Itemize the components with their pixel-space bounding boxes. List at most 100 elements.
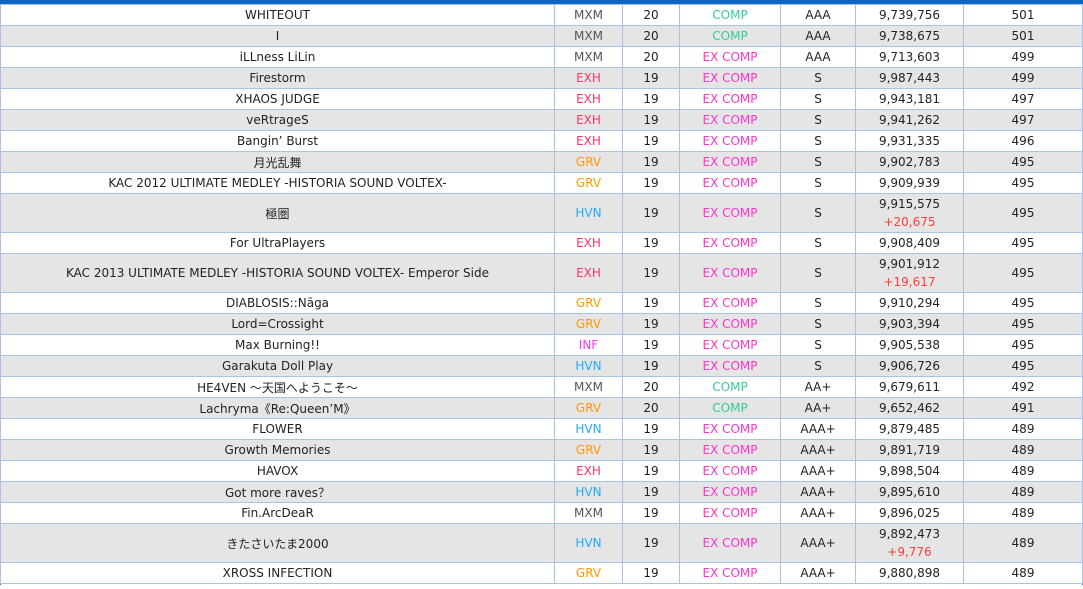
grade-cell: AAA+ [780,523,856,563]
grade-cell: AAA [780,25,856,47]
score-cell: 9,652,462 [855,397,964,419]
song-title-cell: Firestorm [0,67,555,89]
clear-lamp-cell: EX COMP [679,46,781,68]
difficulty-cell: 19 [622,88,680,110]
chart-level-cell: GRV [554,562,623,584]
score-cell: 9,879,485 [855,418,964,440]
table-row[interactable]: Max Burning!! INF 19 EX COMP S 9,905,538 495 [0,334,1083,356]
score-value: 9,931,335 [878,134,941,148]
chart-level-cell: HVN [554,481,623,503]
volforce-cell: 489 [963,481,1083,503]
chart-level-cell: HVN [554,523,623,563]
difficulty-cell: 19 [622,460,680,482]
difficulty-cell: 19 [622,523,680,563]
clear-lamp-cell: EX COMP [679,418,781,440]
volforce-cell: 499 [963,46,1083,68]
song-title-cell: WHITEOUT [0,4,555,26]
song-title-cell: DIABLOSIS::Nāga [0,292,555,314]
score-value: 9,896,025 [878,506,941,520]
score-cell: 9,713,603 [855,46,964,68]
grade-cell: S [780,130,856,152]
score-cell: 9,891,719 [855,439,964,461]
clear-lamp-cell: EX COMP [679,193,781,233]
table-row[interactable]: HE4VEN ～天国へようこそ～ MXM 20 COMP AA+ 9,679,611 492 [0,376,1083,398]
chart-level-cell: GRV [554,397,623,419]
table-row[interactable]: Lord=Crossight GRV 19 EX COMP S 9,903,394 495 [0,313,1083,335]
table-row[interactable]: きたさいたま2000 HVN 19 EX COMP AAA+ 9,892,473 +9,77… [0,523,1083,563]
score-table-body: WHITEOUT MXM 20 COMP AAA 9,739,756 501 I MXM 20 CO… [0,4,1083,584]
table-row[interactable]: For UltraPlayers EXH 19 EX COMP S 9,908,409 49… [0,232,1083,254]
song-title-cell: iLLness LiLin [0,46,555,68]
score-value: 9,905,538 [878,338,941,352]
song-title-cell: HAVOX [0,460,555,482]
table-row[interactable]: veRtrageS EXH 19 EX COMP S 9,941,262 497 [0,109,1083,131]
grade-cell: S [780,355,856,377]
table-row[interactable]: Garakuta Doll Play HVN 19 EX COMP S 9,906,726… [0,355,1083,377]
score-value: 9,895,610 [878,485,941,499]
grade-cell: AAA+ [780,418,856,440]
difficulty-cell: 19 [622,334,680,356]
table-row[interactable]: Lachryma《Re:Queen’M》 GRV 20 COMP AA+ 9,652,46… [0,397,1083,419]
song-title-cell: Got more raves？ [0,481,555,503]
score-cell: 9,987,443 [855,67,964,89]
table-row[interactable]: KAC 2012 ULTIMATE MEDLEY -HISTORIA SOUND… [0,172,1083,194]
song-title-cell: Lachryma《Re:Queen’M》 [0,397,555,419]
clear-lamp-cell: EX COMP [679,439,781,461]
table-row[interactable]: iLLness LiLin MXM 20 EX COMP AAA 9,713,603 499 [0,46,1083,68]
score-value: 9,891,719 [878,443,941,457]
score-value: 9,892,473 [878,527,941,541]
volforce-cell: 489 [963,562,1083,584]
clear-lamp-cell: COMP [679,25,781,47]
grade-cell: S [780,232,856,254]
table-row[interactable]: DIABLOSIS::Nāga GRV 19 EX COMP S 9,910,294 495 [0,292,1083,314]
chart-level-cell: EXH [554,130,623,152]
score-value: 9,879,485 [878,422,941,436]
volforce-cell: 491 [963,397,1083,419]
table-row[interactable]: 極圏 HVN 19 EX COMP S 9,915,575 +20,675 495 [0,193,1083,233]
difficulty-cell: 19 [622,130,680,152]
table-row[interactable]: XHAOS JUDGE EXH 19 EX COMP S 9,943,181 497 [0,88,1083,110]
song-title-cell: XHAOS JUDGE [0,88,555,110]
song-title-cell: Garakuta Doll Play [0,355,555,377]
song-title-cell: Max Burning!! [0,334,555,356]
score-value: 9,713,603 [878,50,941,64]
table-row[interactable]: Growth Memories GRV 19 EX COMP AAA+ 9,891,719… [0,439,1083,461]
table-row[interactable]: FLOWER HVN 19 EX COMP AAA+ 9,879,485 489 [0,418,1083,440]
table-row[interactable]: I MXM 20 COMP AAA 9,738,675 501 [0,25,1083,47]
song-title-cell: 極圏 [0,193,555,233]
table-row[interactable]: Bangin’ Burst EXH 19 EX COMP S 9,931,335 496 [0,130,1083,152]
score-value: 9,901,912 [878,257,941,271]
difficulty-cell: 20 [622,376,680,398]
volforce-cell: 489 [963,523,1083,563]
table-row[interactable]: Firestorm EXH 19 EX COMP S 9,987,443 499 [0,67,1083,89]
volforce-cell: 497 [963,88,1083,110]
volforce-cell: 489 [963,460,1083,482]
chart-level-cell: EXH [554,109,623,131]
song-title-cell: Fin.ArcDeaR [0,502,555,524]
table-row[interactable]: Got more raves？ HVN 19 EX COMP AAA+ 9,895,610… [0,481,1083,503]
difficulty-cell: 19 [622,67,680,89]
clear-lamp-cell: EX COMP [679,562,781,584]
grade-cell: S [780,151,856,173]
clear-lamp-cell: EX COMP [679,502,781,524]
song-title-cell: Growth Memories [0,439,555,461]
score-cell: 9,738,675 [855,25,964,47]
grade-cell: AA+ [780,376,856,398]
grade-cell: S [780,88,856,110]
volforce-cell: 495 [963,292,1083,314]
clear-lamp-cell: EX COMP [679,67,781,89]
volforce-cell: 489 [963,502,1083,524]
table-row[interactable]: WHITEOUT MXM 20 COMP AAA 9,739,756 501 [0,4,1083,26]
grade-cell: AAA+ [780,439,856,461]
clear-lamp-cell: EX COMP [679,334,781,356]
table-row[interactable]: Fin.ArcDeaR MXM 19 EX COMP AAA+ 9,896,025 489 [0,502,1083,524]
table-row[interactable]: 月光乱舞 GRV 19 EX COMP S 9,902,783 495 [0,151,1083,173]
chart-level-cell: EXH [554,88,623,110]
table-row[interactable]: XROSS INFECTION GRV 19 EX COMP AAA+ 9,880,898… [0,562,1083,584]
difficulty-cell: 19 [622,313,680,335]
score-value: 9,987,443 [878,71,941,85]
grade-cell: AAA [780,46,856,68]
table-row[interactable]: HAVOX EXH 19 EX COMP AAA+ 9,898,504 489 [0,460,1083,482]
song-title-cell: Lord=Crossight [0,313,555,335]
table-row[interactable]: KAC 2013 ULTIMATE MEDLEY -HISTORIA SOUND… [0,253,1083,293]
